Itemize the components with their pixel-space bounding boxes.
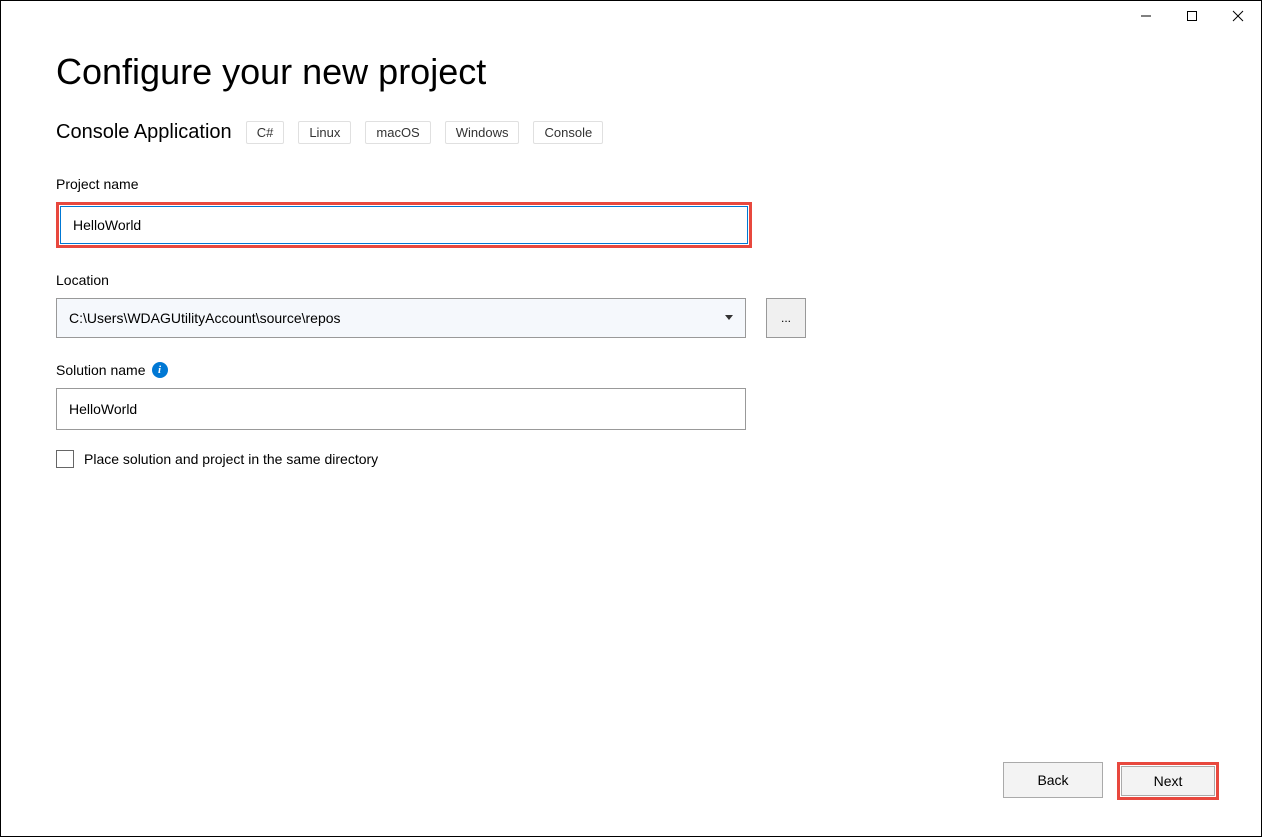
close-button[interactable] <box>1215 1 1261 31</box>
solution-name-label-text: Solution name <box>56 362 146 378</box>
same-directory-row: Place solution and project in the same d… <box>56 450 1206 468</box>
solution-name-label: Solution name i <box>56 362 1206 378</box>
tag-platform-windows: Windows <box>445 121 520 144</box>
project-name-label: Project name <box>56 176 1206 192</box>
template-name: Console Application <box>56 121 232 144</box>
project-name-highlight <box>56 202 752 248</box>
tag-platform-linux: Linux <box>298 121 351 144</box>
footer-buttons: Back Next <box>1003 762 1219 800</box>
info-icon[interactable]: i <box>152 362 168 378</box>
solution-name-input[interactable] <box>56 388 746 430</box>
next-button-highlight: Next <box>1117 762 1219 800</box>
location-value: C:\Users\WDAGUtilityAccount\source\repos <box>69 310 341 326</box>
location-dropdown[interactable]: C:\Users\WDAGUtilityAccount\source\repos <box>56 298 746 338</box>
page-title: Configure your new project <box>56 51 1206 93</box>
tag-project-type: Console <box>533 121 603 144</box>
project-name-input[interactable] <box>60 206 748 244</box>
back-button[interactable]: Back <box>1003 762 1103 798</box>
same-directory-checkbox[interactable] <box>56 450 74 468</box>
browse-button[interactable]: ... <box>766 298 806 338</box>
same-directory-label: Place solution and project in the same d… <box>84 451 378 467</box>
tag-language: C# <box>246 121 285 144</box>
window-controls <box>1123 1 1261 31</box>
location-label: Location <box>56 272 1206 288</box>
minimize-button[interactable] <box>1123 1 1169 31</box>
template-info-row: Console Application C# Linux macOS Windo… <box>56 121 1206 144</box>
next-button[interactable]: Next <box>1121 766 1215 796</box>
tag-platform-macos: macOS <box>365 121 430 144</box>
maximize-button[interactable] <box>1169 1 1215 31</box>
